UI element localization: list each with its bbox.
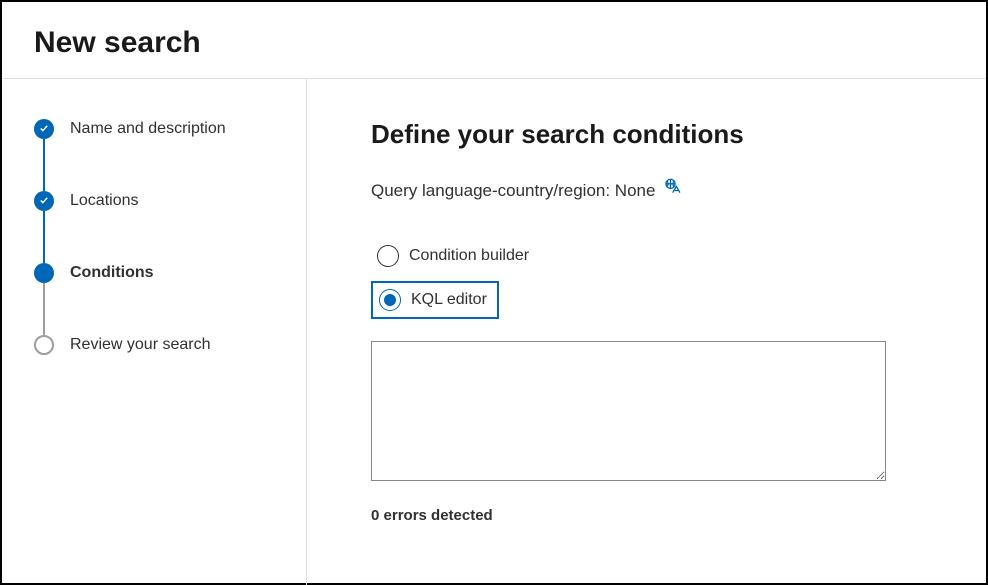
step-label: Locations bbox=[70, 192, 139, 210]
step-conditions[interactable]: Conditions bbox=[34, 263, 282, 335]
step-locations[interactable]: Locations bbox=[34, 191, 282, 263]
radio-label: KQL editor bbox=[411, 291, 487, 309]
checkmark-icon bbox=[34, 191, 54, 211]
step-label: Conditions bbox=[70, 264, 154, 282]
current-step-icon bbox=[34, 263, 54, 283]
wizard-steps: Name and description Locations Condition… bbox=[34, 119, 282, 355]
translate-icon[interactable] bbox=[663, 178, 683, 203]
main-content: Define your search conditions Query lang… bbox=[307, 79, 986, 585]
radio-icon bbox=[377, 245, 399, 267]
step-connector bbox=[43, 211, 45, 263]
upcoming-step-icon bbox=[34, 335, 54, 355]
page-body: Name and description Locations Condition… bbox=[2, 79, 986, 585]
page-header: New search bbox=[2, 2, 986, 79]
radio-label: Condition builder bbox=[409, 247, 529, 265]
query-language-label: Query language-country/region: None bbox=[371, 181, 655, 201]
query-language-row: Query language-country/region: None bbox=[371, 178, 930, 203]
step-label: Review your search bbox=[70, 336, 211, 354]
step-connector bbox=[43, 139, 45, 191]
radio-icon bbox=[379, 289, 401, 311]
section-title: Define your search conditions bbox=[371, 119, 930, 150]
radio-dot-icon bbox=[384, 294, 396, 306]
wizard-sidebar: Name and description Locations Condition… bbox=[2, 79, 307, 585]
step-label: Name and description bbox=[70, 120, 226, 138]
step-connector bbox=[43, 283, 45, 335]
editor-mode-radio-group: Condition builder KQL editor bbox=[371, 239, 930, 319]
page-title: New search bbox=[34, 26, 954, 60]
checkmark-icon bbox=[34, 119, 54, 139]
errors-detected-text: 0 errors detected bbox=[371, 507, 930, 524]
step-name-and-description[interactable]: Name and description bbox=[34, 119, 282, 191]
kql-editor-textarea[interactable] bbox=[371, 341, 886, 481]
step-review-your-search[interactable]: Review your search bbox=[34, 335, 282, 355]
radio-kql-editor[interactable]: KQL editor bbox=[371, 281, 499, 319]
radio-condition-builder[interactable]: Condition builder bbox=[371, 239, 539, 273]
